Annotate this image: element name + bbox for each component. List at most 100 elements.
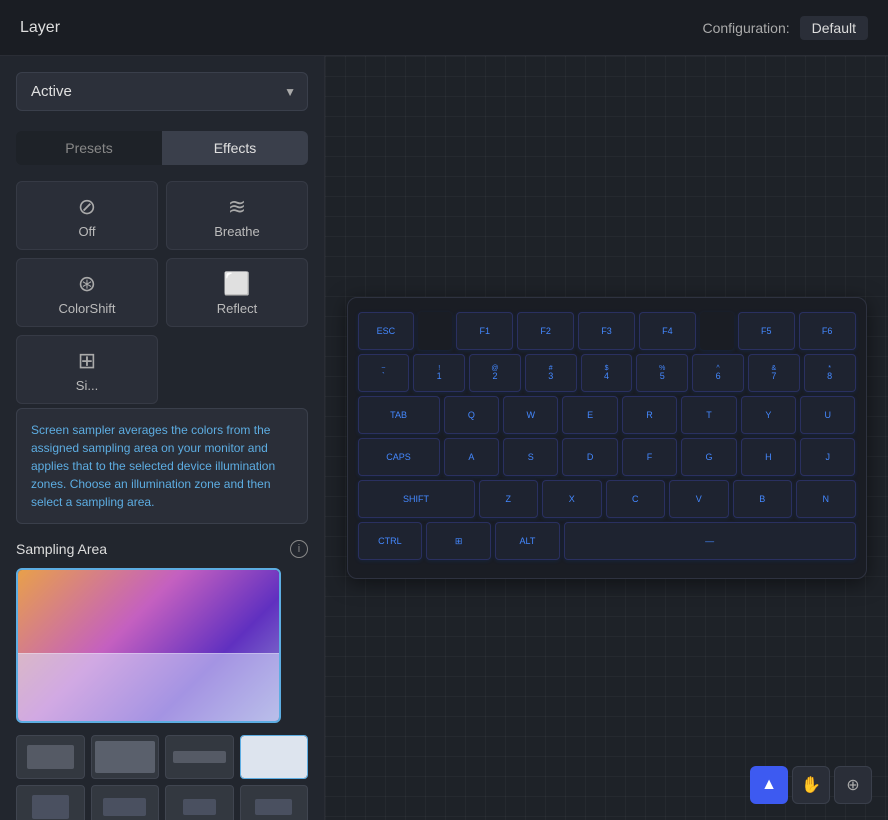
key-a[interactable]: A — [444, 438, 499, 476]
key-t[interactable]: T — [681, 396, 736, 434]
key-j[interactable]: J — [800, 438, 855, 476]
layer-dropdown[interactable]: Active Inactive — [16, 72, 308, 111]
config-section: Configuration: Default — [702, 16, 868, 40]
colorshift-icon: ⊛ — [78, 273, 96, 295]
thumb-4[interactable] — [240, 735, 309, 779]
add-tool-button[interactable]: ⊕ — [834, 766, 872, 804]
tab-presets[interactable]: Presets — [16, 131, 162, 165]
key-h[interactable]: H — [741, 438, 796, 476]
key-3[interactable]: #3 — [525, 354, 577, 392]
key-f2[interactable]: F2 — [517, 312, 574, 350]
key-alt[interactable]: ALT — [495, 522, 560, 560]
key-y[interactable]: Y — [741, 396, 796, 434]
effect-reflect-label: Reflect — [217, 301, 257, 316]
thumb-6[interactable] — [91, 785, 160, 820]
key-w[interactable]: W — [503, 396, 558, 434]
key-b[interactable]: B — [733, 480, 793, 518]
thumb-8-inner — [255, 799, 292, 816]
kb-row-zxcv: SHIFT Z X C V B N — [358, 480, 856, 518]
thumb-7[interactable] — [165, 785, 234, 820]
hand-icon: ✋ — [801, 775, 821, 795]
key-f1[interactable]: F1 — [456, 312, 513, 350]
thumb-5[interactable] — [16, 785, 85, 820]
info-icon-label: i — [298, 543, 300, 555]
screen-icon: ⊞ — [78, 350, 96, 372]
key-spacer2 — [700, 312, 734, 350]
key-win[interactable]: ⊞ — [426, 522, 491, 560]
effect-colorshift-label: ColorShift — [58, 301, 115, 316]
thumb-2-inner — [95, 741, 155, 773]
key-x[interactable]: X — [542, 480, 602, 518]
effect-reflect[interactable]: ⬜ Reflect — [166, 258, 308, 327]
key-ctrl[interactable]: CTRL — [358, 522, 423, 560]
reflect-icon: ⬜ — [223, 273, 250, 295]
effect-breathe-label: Breathe — [214, 224, 260, 239]
key-f[interactable]: F — [622, 438, 677, 476]
key-c[interactable]: C — [606, 480, 666, 518]
effect-breathe[interactable]: ≋ Breathe — [166, 181, 308, 250]
sampling-preview-image — [18, 570, 279, 721]
key-space[interactable]: — — [564, 522, 856, 560]
key-f5[interactable]: F5 — [738, 312, 795, 350]
sampling-preview-overlay — [18, 653, 279, 721]
key-s[interactable]: S — [503, 438, 558, 476]
key-tilde[interactable]: ~` — [358, 354, 410, 392]
cursor-icon: ▲ — [761, 776, 777, 794]
off-icon: ⊘ — [78, 196, 96, 218]
key-caps[interactable]: CAPS — [358, 438, 440, 476]
tab-effects[interactable]: Effects — [162, 131, 308, 165]
kb-row-fn: ESC F1 F2 F3 F4 F5 F6 — [358, 312, 856, 350]
info-icon[interactable]: i — [290, 540, 308, 558]
thumb-2[interactable] — [91, 735, 160, 779]
hand-tool-button[interactable]: ✋ — [792, 766, 830, 804]
key-f3[interactable]: F3 — [578, 312, 635, 350]
key-r[interactable]: R — [622, 396, 677, 434]
bottom-toolbar: ▲ ✋ ⊕ — [750, 766, 872, 804]
key-f4[interactable]: F4 — [639, 312, 696, 350]
key-7[interactable]: &7 — [748, 354, 800, 392]
key-tab[interactable]: TAB — [358, 396, 440, 434]
effects-grid: ⊘ Off ≋ Breathe ⊛ ColorShift ⬜ Reflect — [16, 181, 308, 327]
thumb-8[interactable] — [240, 785, 309, 820]
key-u[interactable]: U — [800, 396, 855, 434]
kb-row-bottom: CTRL ⊞ ALT — — [358, 522, 856, 560]
layer-dropdown-wrapper: Active Inactive ▼ — [16, 72, 308, 111]
thumb-3-inner — [173, 751, 226, 764]
key-5[interactable]: %5 — [636, 354, 688, 392]
right-panel: ESC F1 F2 F3 F4 F5 F6 ~` !1 @2 #3 $4 %5 … — [325, 56, 888, 820]
key-shift[interactable]: SHIFT — [358, 480, 475, 518]
thumb-1-inner — [27, 745, 74, 768]
tooltip-text: Screen sampler averages the colors from … — [31, 423, 275, 509]
effect-screen-label: Si... — [76, 378, 98, 393]
effect-colorshift[interactable]: ⊛ ColorShift — [16, 258, 158, 327]
effect-off[interactable]: ⊘ Off — [16, 181, 158, 250]
keyboard-container: ESC F1 F2 F3 F4 F5 F6 ~` !1 @2 #3 $4 %5 … — [347, 297, 867, 579]
key-1[interactable]: !1 — [413, 354, 465, 392]
thumb-5-inner — [32, 795, 69, 818]
key-2[interactable]: @2 — [469, 354, 521, 392]
key-g[interactable]: G — [681, 438, 736, 476]
key-e[interactable]: E — [562, 396, 617, 434]
kb-row-numbers: ~` !1 @2 #3 $4 %5 ^6 &7 *8 — [358, 354, 856, 392]
cursor-tool-button[interactable]: ▲ — [750, 766, 788, 804]
sampling-thumbs — [16, 735, 308, 820]
key-4[interactable]: $4 — [581, 354, 633, 392]
key-esc[interactable]: ESC — [358, 312, 415, 350]
sampling-preview[interactable] — [16, 568, 281, 723]
thumb-4-inner — [241, 736, 308, 778]
key-q[interactable]: Q — [444, 396, 499, 434]
thumb-6-inner — [103, 798, 146, 817]
thumb-1[interactable] — [16, 735, 85, 779]
key-f6[interactable]: F6 — [799, 312, 856, 350]
key-z[interactable]: Z — [479, 480, 539, 518]
sampling-area-title: Sampling Area — [16, 541, 107, 557]
key-6[interactable]: ^6 — [692, 354, 744, 392]
key-spacer1 — [418, 312, 452, 350]
key-v[interactable]: V — [669, 480, 729, 518]
thumb-3[interactable] — [165, 735, 234, 779]
key-n[interactable]: N — [796, 480, 856, 518]
key-8[interactable]: *8 — [804, 354, 856, 392]
kb-row-asdf: CAPS A S D F G H J — [358, 438, 856, 476]
key-d[interactable]: D — [562, 438, 617, 476]
effect-screen[interactable]: ⊞ Si... — [16, 335, 158, 404]
